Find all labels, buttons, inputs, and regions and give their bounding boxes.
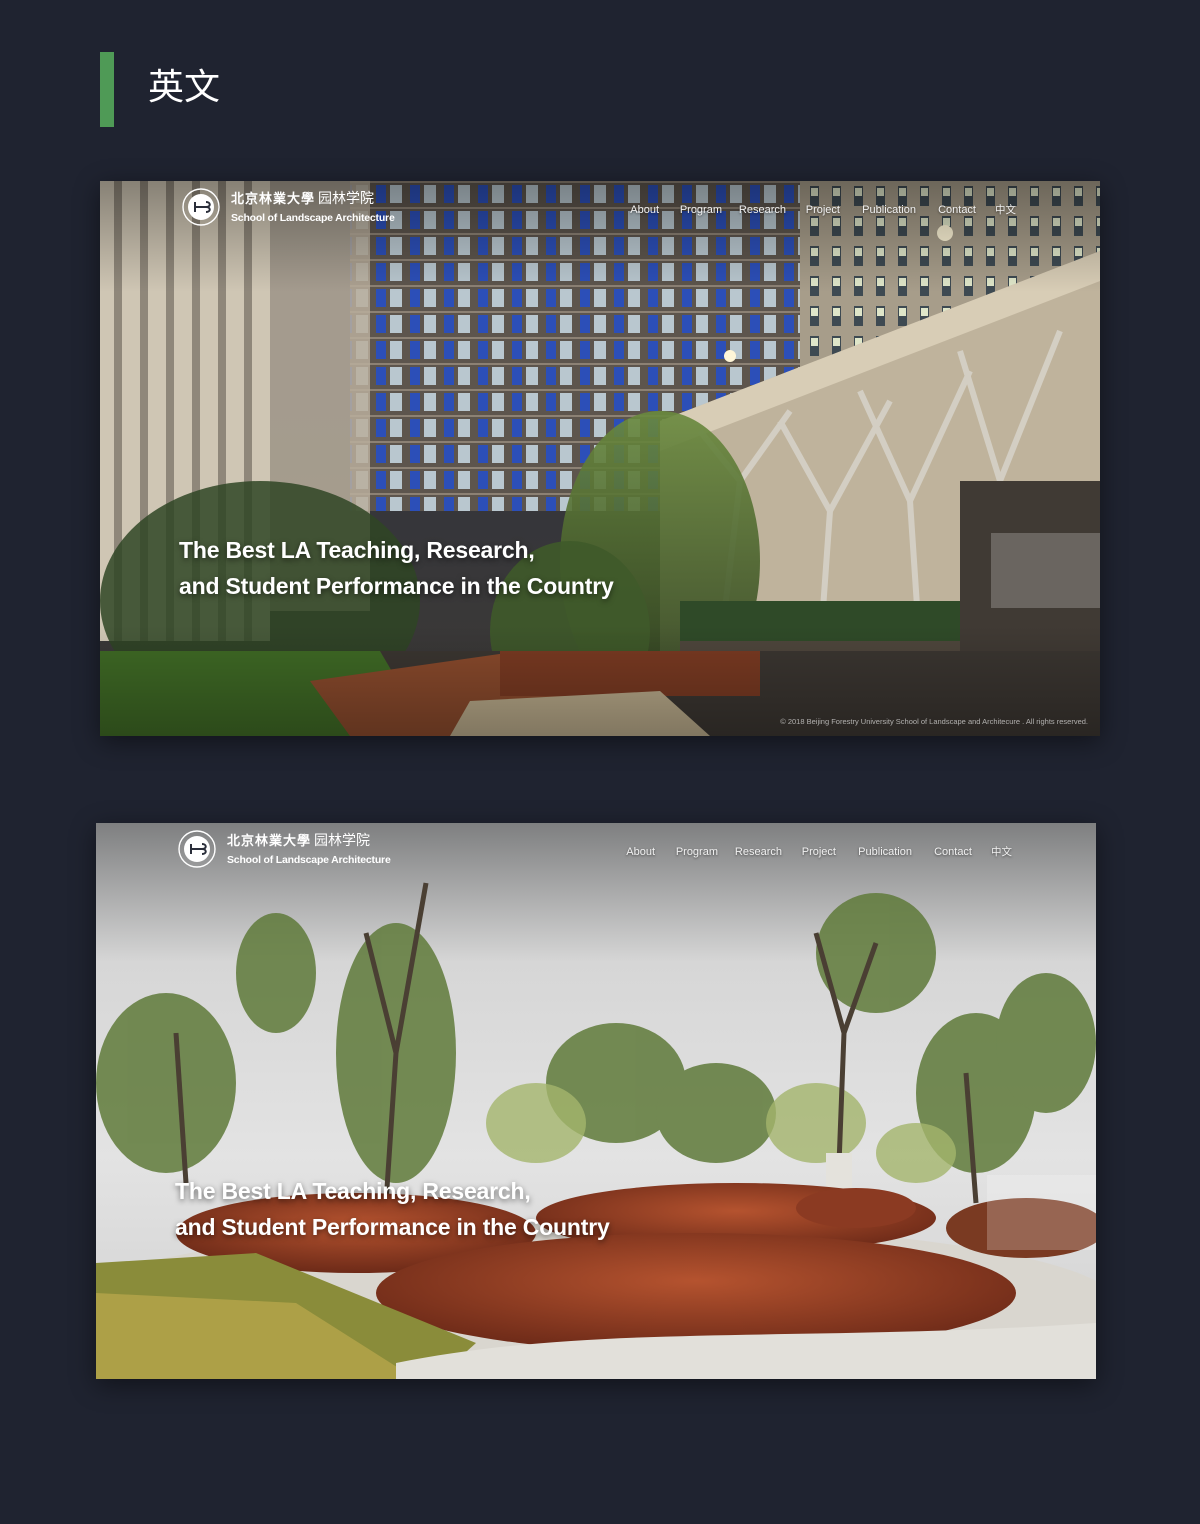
hero-background-image [96,823,1096,1379]
nav-research[interactable]: Research [739,203,786,217]
nav-program[interactable]: Program [680,203,722,217]
nav-publication[interactable]: Publication [862,203,916,217]
hero-line-2: and Student Performance in the Country [175,1214,610,1240]
logo-university-name-cn: 北京林業大學 [231,192,316,207]
nav-contact[interactable]: Contact [934,845,972,859]
copyright-text: © 2018 Beijing Forestry University Schoo… [780,717,1088,726]
logo-school-name-cn: 园林学院 [318,191,374,207]
nav-language-switch[interactable]: 中文 [995,203,1016,217]
accent-bar [100,52,114,127]
nav-project[interactable]: Project [806,203,840,217]
nav-publication[interactable]: Publication [858,845,912,859]
side-panel[interactable] [987,1175,1096,1250]
hero-headline: The Best LA Teaching, Research, and Stud… [179,532,699,604]
nav-research[interactable]: Research [735,845,782,859]
university-seal-icon [178,830,216,868]
hero-line-1: The Best LA Teaching, Research, [179,537,535,563]
hero-headline: The Best LA Teaching, Research, and Stud… [175,1173,695,1245]
logo-school-name-en: School of Landscape Architecture [231,212,395,224]
nav-about[interactable]: About [630,203,659,217]
section-title: 英文 [148,67,221,108]
nav-program[interactable]: Program [676,845,718,859]
nav-project[interactable]: Project [802,845,836,859]
university-seal-icon [182,188,220,226]
nav-about[interactable]: About [626,845,655,859]
side-panel[interactable] [991,533,1100,608]
homepage-screenshot-garden: 北京林業大學 园林学院 School of Landscape Architec… [96,823,1096,1379]
nav-contact[interactable]: Contact [938,203,976,217]
logo-school-name-cn: 园林学院 [314,833,370,849]
hero-line-2: and Student Performance in the Country [179,573,614,599]
hero-line-1: The Best LA Teaching, Research, [175,1178,531,1204]
hero-background-image [100,181,1100,736]
homepage-screenshot-night: 北京林業大學 园林学院 School of Landscape Architec… [100,181,1100,736]
nav-language-switch[interactable]: 中文 [991,845,1012,859]
logo-university-name-cn: 北京林業大學 [227,834,312,849]
logo-school-name-en: School of Landscape Architecture [227,854,391,866]
